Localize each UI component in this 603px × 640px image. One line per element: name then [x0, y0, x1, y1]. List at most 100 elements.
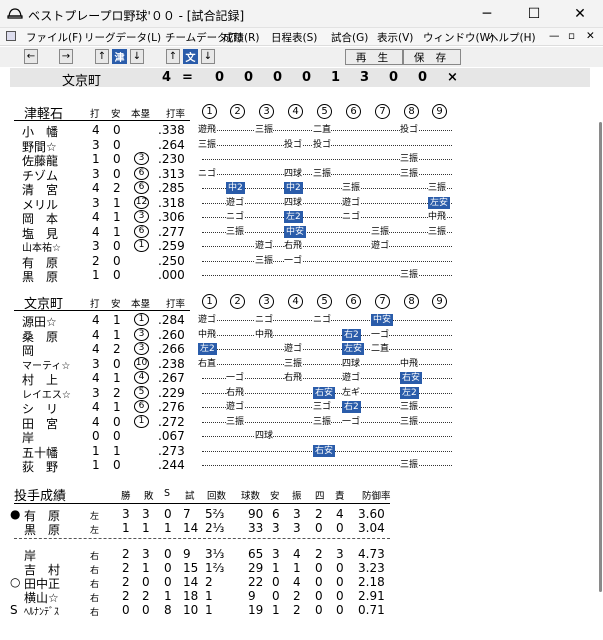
pitcher-stat: 3 — [272, 547, 280, 561]
scrollbar-thumb[interactable] — [599, 122, 602, 592]
at-bat-result: 四球 — [284, 196, 303, 209]
pitcher-stat: 0 — [272, 589, 280, 603]
pitcher-row: 吉 村右 2 1 0 15 1⅔ 29 1 1 0 0 3.23 — [10, 561, 410, 577]
pitching-header: 回数 — [207, 491, 227, 502]
maximize-button[interactable]: ☐ — [511, 0, 557, 28]
pitcher-stat: 2.91 — [358, 589, 385, 603]
batter-avg: .338 — [158, 123, 185, 137]
at-bat-result: 中飛 — [198, 328, 217, 341]
pitcher-hand: 右 — [90, 608, 100, 618]
batter-hr: 4 — [134, 371, 149, 384]
inning-header-4: 4 — [288, 104, 303, 119]
pitcher-stat: 0 — [315, 561, 323, 575]
away-team-toggle[interactable]: 津 — [112, 49, 127, 64]
menu-window[interactable]: ウィンドウ(W) — [423, 30, 494, 45]
menu-help[interactable]: ヘルプ(H) — [488, 30, 536, 45]
pitcher-row: S ﾍﾙﾅﾝﾃﾞｽ右 0 0 8 10 1 19 1 2 0 0 0.71 — [10, 603, 410, 618]
pitcher-stat: 33 — [248, 521, 264, 535]
batter-name: 黒 原 — [22, 270, 59, 284]
batter-pa: 4 — [92, 210, 100, 224]
pitching-rule — [14, 503, 390, 504]
title-bar: ベストプレープロ野球'００ - [試合記録] ─ ☐ ✕ — [0, 0, 603, 28]
replay-button[interactable]: 再 生 — [345, 49, 403, 65]
pitcher-decision: ● — [10, 507, 21, 521]
mdi-minimize-button[interactable]: — — [549, 30, 560, 42]
pitcher-stat: 3⅓ — [205, 547, 225, 561]
pitcher-stat: 0.71 — [358, 603, 385, 617]
at-bat-result: 三振 — [400, 153, 419, 165]
inning-header-3: 3 — [259, 294, 274, 309]
pitcher-row: 黒 原左 1 1 1 14 2⅓ 33 3 3 0 0 3.04 — [10, 521, 410, 537]
pitcher-stat: 14 — [183, 575, 199, 589]
pitcher-decision: ○ — [10, 575, 21, 589]
minimize-button[interactable]: ─ — [464, 0, 510, 28]
at-bat-result: 右飛 — [284, 240, 303, 252]
pitcher-stat: 0 — [315, 521, 323, 535]
batter-hits: 2 — [113, 342, 121, 356]
at-bat-result: 右安 — [313, 386, 336, 399]
at-bat-result: 中安 — [284, 225, 307, 238]
at-bat-result: 三振 — [428, 225, 447, 238]
at-bat-result: 右安 — [400, 372, 423, 384]
at-bat-result: 投ゴ — [284, 138, 303, 151]
dotted-leader — [202, 260, 452, 262]
batter-name: マーティ☆ — [22, 360, 71, 372]
mdi-close-button[interactable]: ✕ — [586, 30, 595, 42]
batter-hits: 0 — [113, 123, 121, 137]
batter-row: 黒 原 1 0 .000 三振 — [10, 268, 590, 284]
at-bat-result: 遊ゴ — [284, 343, 303, 355]
at-bat-result: ニゴ — [198, 167, 217, 180]
pitcher-stat: 6 — [272, 507, 280, 521]
batter-avg: .230 — [158, 152, 185, 166]
pitcher-stat: 0 — [315, 589, 323, 603]
batter-pa: 3 — [92, 239, 100, 253]
batter-pa: 1 — [92, 458, 100, 472]
menu-file[interactable]: ファイル(F) — [26, 30, 82, 45]
menu-stats[interactable]: 成績(R) — [223, 30, 260, 45]
close-button[interactable]: ✕ — [557, 0, 603, 28]
batter-avg: .067 — [158, 429, 185, 443]
at-bat-result: 左2 — [284, 211, 303, 223]
inning-header-5: 5 — [317, 294, 332, 309]
batter-hr: 6 — [134, 181, 149, 194]
game-record-sheet: 津軽石打安本塁 打率 1 2 3 4 5 6 7 8 9 小 幡 4 0.338 遊飛 三振 二直 投ゴ 野間☆ 3 0… — [10, 87, 590, 635]
pitcher-decision: S — [10, 603, 18, 617]
batter-row: マーティ☆ 3 0 10 .238 右直 三振 四球 中飛 — [10, 356, 590, 372]
at-bat-result: 左2 — [198, 343, 217, 355]
menu-game[interactable]: 試合(G) — [331, 30, 368, 45]
at-bat-result: 遊ゴ — [255, 240, 274, 252]
vertical-scrollbar[interactable] — [590, 68, 603, 640]
pitching-header: 敗 — [144, 491, 154, 502]
home-up-button[interactable]: ↑ — [166, 49, 180, 64]
save-button[interactable]: 保 存 — [403, 49, 461, 65]
batter-row: 小 幡 4 0.338 遊飛 三振 二直 投ゴ — [10, 123, 590, 139]
home-team-toggle[interactable]: 文 — [183, 49, 198, 64]
pitcher-stat: 2 — [122, 589, 130, 603]
home-down-button[interactable]: ↓ — [201, 49, 215, 64]
prev-arrow-button[interactable]: ← — [24, 49, 38, 64]
menu-league-data[interactable]: リーグデータ(L) — [84, 30, 161, 45]
dotted-leader — [202, 349, 452, 350]
away-down-button[interactable]: ↓ — [130, 49, 144, 64]
menu-view[interactable]: 表示(V) — [377, 30, 413, 45]
inning-score-8: 0 — [418, 70, 428, 85]
inning-score-1: 0 — [215, 70, 225, 85]
pitcher-stat: 3 — [293, 521, 301, 535]
mdi-document-icon[interactable] — [6, 31, 16, 41]
at-bat-result: 四球 — [255, 430, 274, 442]
score-bar: 文京町 4 = 0 0 0 0 1 3 0 0 × — [10, 68, 590, 89]
pitcher-stat: 65 — [248, 547, 264, 561]
next-arrow-button[interactable]: → — [59, 49, 73, 64]
batter-hits: 0 — [113, 356, 121, 371]
score-total: 4 — [162, 70, 172, 85]
at-bat-result: 二直 — [371, 343, 390, 355]
menu-schedule[interactable]: 日程表(S) — [271, 30, 317, 45]
batter-row: 野間☆ 3 0.264 三振 投ゴ 投ゴ — [10, 138, 590, 154]
pitcher-stat: 1⅔ — [205, 561, 225, 575]
mdi-restore-button[interactable]: ▫ — [568, 30, 575, 42]
batter-hits: 0 — [113, 253, 121, 268]
away-up-button[interactable]: ↑ — [95, 49, 109, 64]
batter-row: 源田☆ 4 1 1.284 遊ゴ ニゴ ニゴ 中安 — [10, 313, 590, 329]
batter-avg: .276 — [158, 400, 185, 414]
inning-score-6: 3 — [360, 70, 370, 85]
